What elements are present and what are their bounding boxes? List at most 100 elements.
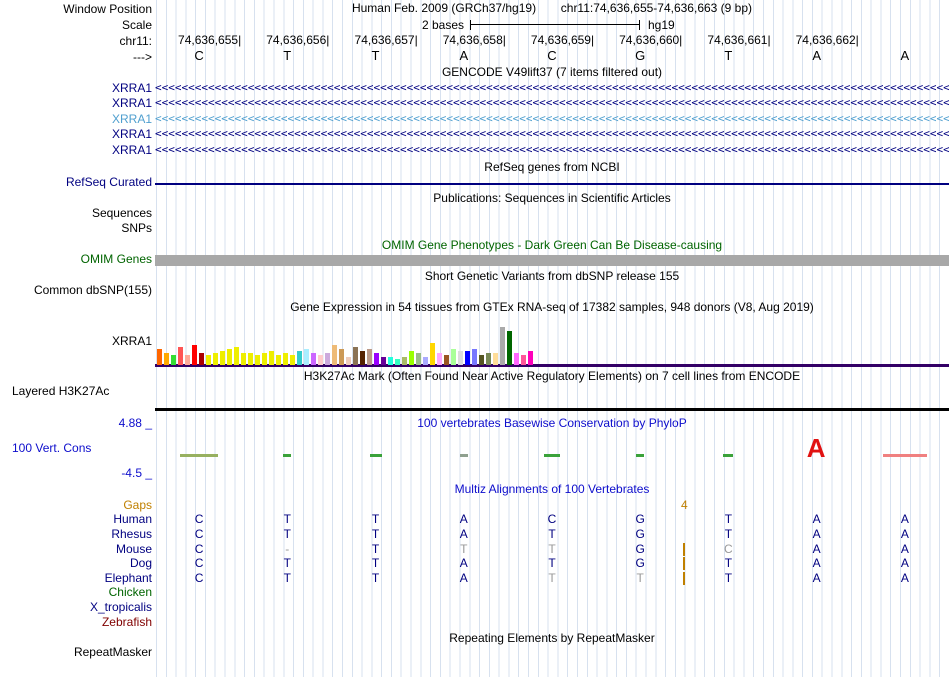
gtex-expression-bar xyxy=(199,353,204,365)
gtex-expression-bar xyxy=(276,355,281,365)
gencode-row-label[interactable]: XRRA1 xyxy=(112,144,152,157)
gtex-expression-bar xyxy=(241,353,246,365)
multiz-base: T xyxy=(371,556,380,570)
phylop-track-label[interactable]: 100 Vert. Cons xyxy=(12,442,91,455)
multiz-base: T xyxy=(371,527,380,541)
multiz-base: A xyxy=(900,527,909,541)
gencode-transcript-row[interactable]: <<<<<<<<<<<<<<<<<<<<<<<<<<<<<<<<<<<<<<<<… xyxy=(155,128,949,141)
ruler-base: T xyxy=(371,48,380,63)
phylop-max-label: 4.88 _ xyxy=(118,416,152,430)
gtex-expression-bar xyxy=(269,351,274,365)
gtex-expression-bar xyxy=(248,353,253,365)
publications-sequences-label[interactable]: Sequences xyxy=(92,207,152,220)
scale-value: 2 bases xyxy=(421,18,464,32)
gencode-row-label[interactable]: XRRA1 xyxy=(112,128,152,141)
phylop-min-label: -4.5 _ xyxy=(121,466,152,480)
multiz-species-label-human[interactable]: Human xyxy=(113,513,152,526)
multiz-base: T xyxy=(283,512,291,526)
gtex-expression-bar xyxy=(416,353,421,365)
phylop-score-mark xyxy=(459,454,468,457)
omim-genes-label[interactable]: OMIM Genes xyxy=(81,253,152,266)
gencode-row-label[interactable]: XRRA1 xyxy=(112,97,152,110)
gtex-expression-bar xyxy=(304,349,309,365)
ruler-position-label: 74,636,660| xyxy=(619,33,683,47)
gencode-transcript-row[interactable]: <<<<<<<<<<<<<<<<<<<<<<<<<<<<<<<<<<<<<<<<… xyxy=(155,82,949,95)
window-position-title: Human Feb. 2009 (GRCh37/hg19) chr11:74,6… xyxy=(155,2,949,15)
ruler-position-label: 74,636,655| xyxy=(178,33,242,47)
multiz-base: A xyxy=(459,512,468,526)
gencode-transcript-row[interactable]: <<<<<<<<<<<<<<<<<<<<<<<<<<<<<<<<<<<<<<<<… xyxy=(155,113,949,126)
omim-track-title: OMIM Gene Phenotypes - Dark Green Can Be… xyxy=(381,238,723,252)
gencode-track-title: GENCODE V49lift37 (7 items filtered out) xyxy=(441,65,663,79)
gtex-expression-bar xyxy=(262,353,267,365)
gtex-expression-bar xyxy=(528,351,533,365)
multiz-base: A xyxy=(459,556,468,570)
gencode-transcript-row[interactable]: <<<<<<<<<<<<<<<<<<<<<<<<<<<<<<<<<<<<<<<<… xyxy=(155,97,949,110)
multiz-species-label-dog[interactable]: Dog xyxy=(130,557,152,570)
strand-direction-label: ---> xyxy=(133,50,152,64)
multiz-gaps-label[interactable]: Gaps xyxy=(123,499,152,512)
repeatmasker-label[interactable]: RepeatMasker xyxy=(74,646,152,659)
ucsc-genome-browser: Window Position Scale chr11: ---> Human … xyxy=(0,0,950,677)
refseq-curated-line[interactable] xyxy=(155,183,949,185)
gtex-expression-bar xyxy=(423,357,428,365)
gtex-expression-bar xyxy=(395,359,400,365)
multiz-base: T xyxy=(548,571,556,585)
gtex-expression-bar xyxy=(164,353,169,365)
gtex-expression-bar xyxy=(318,355,323,365)
multiz-insert-marker xyxy=(683,557,686,570)
multiz-species-label-zebrafish[interactable]: Zebrafish xyxy=(102,616,152,629)
common-dbsnp-label[interactable]: Common dbSNP(155) xyxy=(34,284,152,297)
multiz-base: A xyxy=(459,571,468,585)
gtex-expression-bar xyxy=(360,351,365,365)
gtex-expression-bar xyxy=(437,353,442,365)
refseq-curated-label[interactable]: RefSeq Curated xyxy=(66,176,152,189)
multiz-gap-count: 4 xyxy=(680,498,688,512)
gtex-expression-bar xyxy=(493,353,498,365)
multiz-base: A xyxy=(900,556,909,570)
gencode-row-label[interactable]: XRRA1 xyxy=(112,113,152,126)
gtex-expression-bar xyxy=(444,355,449,365)
gtex-expression-bar xyxy=(451,349,456,365)
gtex-expression-bar xyxy=(255,355,260,365)
multiz-species-label-mouse[interactable]: Mouse xyxy=(116,543,152,556)
multiz-base: G xyxy=(635,527,645,541)
publications-snps-label[interactable]: SNPs xyxy=(121,222,152,235)
multiz-base: G xyxy=(635,512,645,526)
gtex-expression-bar xyxy=(297,351,302,365)
multiz-base: C xyxy=(547,512,557,526)
phylop-score-mark xyxy=(180,454,219,457)
multiz-base: C xyxy=(194,556,204,570)
multiz-species-label-elephant[interactable]: Elephant xyxy=(105,572,152,585)
multiz-base: C xyxy=(194,571,204,585)
refseq-track-title: RefSeq genes from NCBI xyxy=(484,160,620,174)
omim-gene-bar[interactable] xyxy=(155,255,949,266)
multiz-insert-marker xyxy=(683,572,686,585)
dbsnp-track-title: Short Genetic Variants from dbSNP releas… xyxy=(424,269,680,283)
multiz-base: T xyxy=(371,571,380,585)
gtex-expression-bar xyxy=(192,345,197,365)
gtex-expression-bar xyxy=(458,351,463,365)
multiz-base: A xyxy=(812,512,821,526)
multiz-species-label-x_tropicalis[interactable]: X_tropicalis xyxy=(90,601,152,614)
multiz-base: C xyxy=(194,542,204,556)
gtex-expression-bar xyxy=(507,331,512,365)
gtex-gene-label[interactable]: XRRA1 xyxy=(112,335,152,348)
layered-h3k27ac-label[interactable]: Layered H3K27Ac xyxy=(12,385,109,398)
gtex-expression-bar xyxy=(339,349,344,365)
phylop-score-mark xyxy=(723,454,734,457)
gtex-expression-bar xyxy=(521,355,526,365)
multiz-base: C xyxy=(194,512,204,526)
position-title: chr11:74,636,655-74,636,663 (9 bp) xyxy=(560,1,753,15)
multiz-base: G xyxy=(635,556,645,570)
multiz-base: T xyxy=(724,527,733,541)
multiz-species-label-rhesus[interactable]: Rhesus xyxy=(111,528,152,541)
gtex-expression-bar xyxy=(325,353,330,365)
gtex-expression-bar xyxy=(178,347,183,365)
gencode-transcript-row[interactable]: <<<<<<<<<<<<<<<<<<<<<<<<<<<<<<<<<<<<<<<<… xyxy=(155,144,949,157)
gtex-expression-bar xyxy=(479,355,484,365)
multiz-species-label-chicken[interactable]: Chicken xyxy=(109,586,152,599)
gencode-row-label[interactable]: XRRA1 xyxy=(112,82,152,95)
scale-genome: hg19 xyxy=(648,18,675,32)
gtex-expression-bar xyxy=(283,353,288,365)
